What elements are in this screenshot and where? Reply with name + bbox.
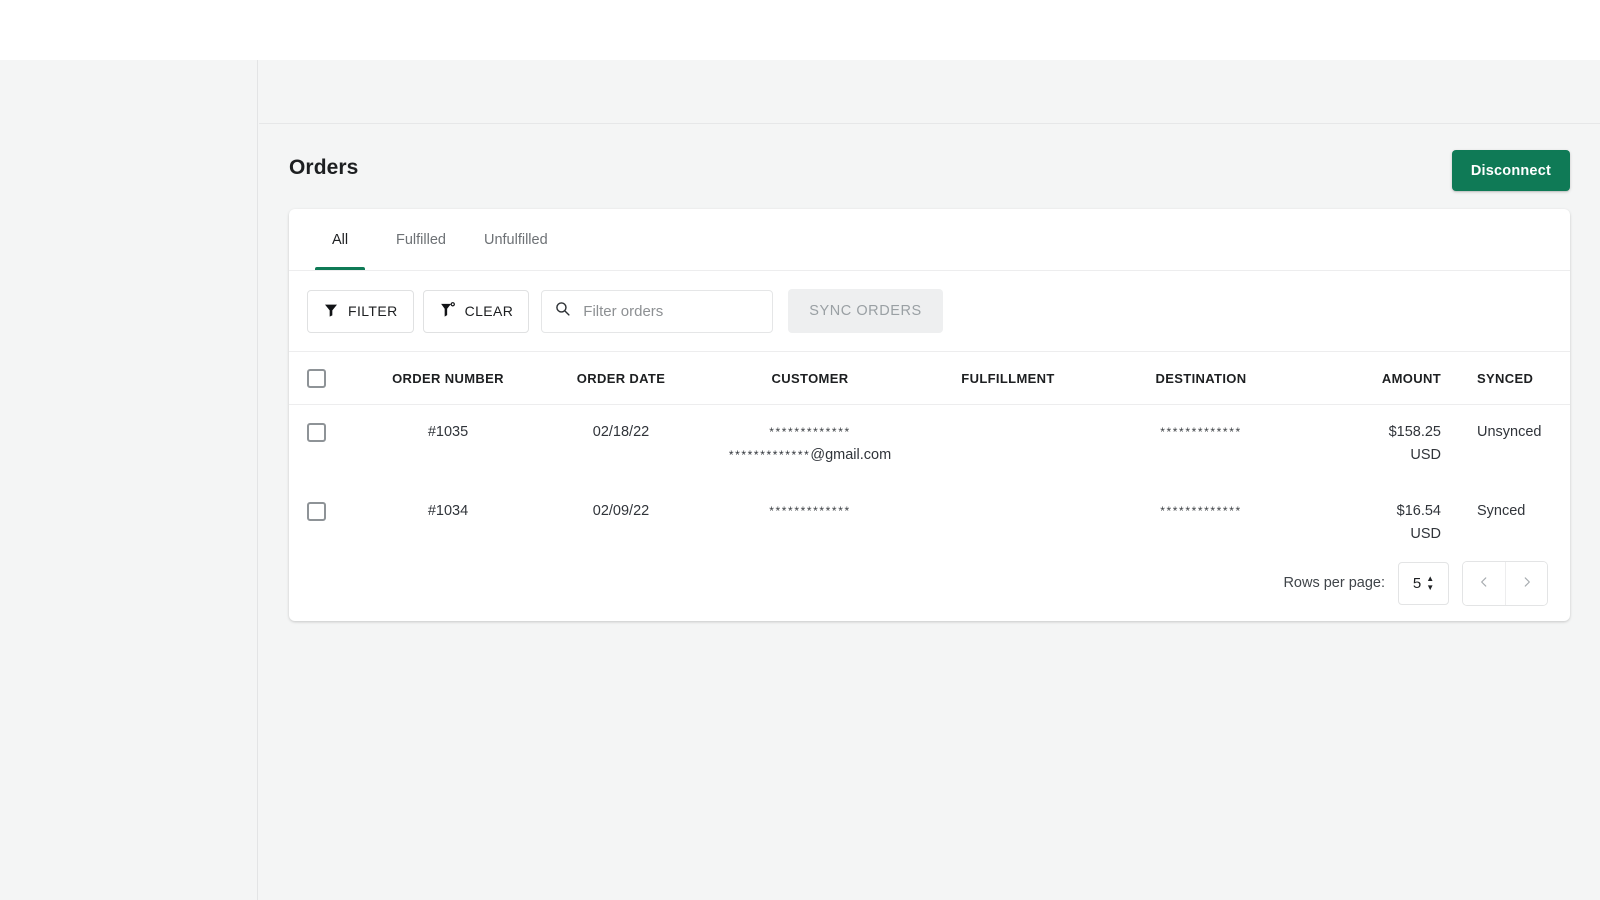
column-header-order-date[interactable]: ORDER DATE <box>541 352 701 405</box>
disconnect-button[interactable]: Disconnect <box>1451 150 1570 191</box>
pager-group <box>1462 560 1548 606</box>
top-bar <box>0 0 1600 60</box>
orders-table-body: #1035 02/18/22 ************* ***********… <box>289 405 1570 563</box>
chevron-down-icon: ▼ <box>1426 583 1435 592</box>
orders-toolbar: FILTER CLEAR Filter orders SYNC ORDERS <box>289 271 1570 352</box>
cell-order-number: #1035 <box>427 424 469 440</box>
customer-name-masked: ************* <box>769 425 851 439</box>
row-checkbox[interactable] <box>307 501 326 521</box>
column-header-amount[interactable]: AMOUNT <box>1305 352 1455 405</box>
customer-email-masked: *************@gmail.com <box>701 444 919 467</box>
page-title: Orders <box>289 156 359 179</box>
cell-amount: $158.25 USD <box>1305 405 1455 484</box>
destination-masked: ************* <box>1160 503 1242 518</box>
chevron-up-icon: ▲ <box>1426 574 1435 583</box>
filter-button-label: FILTER <box>348 303 398 319</box>
filter-icon <box>323 302 339 321</box>
page-header: Orders Disconnect <box>289 146 1570 206</box>
column-header-customer[interactable]: CUSTOMER <box>701 352 919 405</box>
table-pagination: Rows per page: 5 ▲ ▼ <box>289 545 1570 621</box>
table-row[interactable]: #1035 02/18/22 ************* ***********… <box>289 405 1570 484</box>
filter-remove-icon <box>439 301 456 321</box>
tab-all[interactable]: All <box>303 209 377 270</box>
cell-synced-status: Unsynced <box>1477 424 1542 440</box>
cell-fulfillment <box>919 405 1097 484</box>
next-page-button[interactable] <box>1505 561 1547 605</box>
app-root: Orders Disconnect All Fulfilled Unfulfil… <box>0 0 1600 900</box>
amount-currency: USD <box>1410 447 1441 464</box>
column-header-fulfillment[interactable]: FULFILLMENT <box>919 352 1097 405</box>
customer-email-domain: @gmail.com <box>810 447 892 464</box>
stepper-arrows-icon: ▲ ▼ <box>1426 574 1435 592</box>
column-header-synced[interactable]: SYNCED <box>1455 352 1570 405</box>
chevron-right-icon <box>1520 575 1534 592</box>
amount-value: $16.54 <box>1396 502 1441 519</box>
tab-fulfilled[interactable]: Fulfilled <box>377 209 465 270</box>
rows-per-page-value: 5 <box>1412 574 1422 592</box>
filter-button[interactable]: FILTER <box>307 289 414 333</box>
rows-per-page-label: Rows per page: <box>1283 575 1385 591</box>
cell-destination: ************* <box>1097 405 1305 484</box>
select-all-header <box>289 352 355 405</box>
main-content: Orders Disconnect All Fulfilled Unfulfil… <box>259 124 1600 900</box>
destination-masked: ************* <box>1160 425 1242 439</box>
row-select-cell <box>289 405 355 484</box>
search-icon <box>554 300 571 322</box>
clear-filter-button[interactable]: CLEAR <box>422 289 530 333</box>
tab-unfulfilled[interactable]: Unfulfilled <box>465 209 567 270</box>
sync-orders-button[interactable]: SYNC ORDERS <box>788 289 943 333</box>
chevron-left-icon <box>1477 575 1491 592</box>
amount-value: $158.25 <box>1388 424 1441 440</box>
content-top-strip <box>259 60 1600 124</box>
cell-customer: ************* *************@gmail.com <box>701 405 919 484</box>
rows-per-page-select[interactable]: 5 ▲ ▼ <box>1398 561 1449 605</box>
cell-order-date: 02/18/22 <box>592 424 650 440</box>
previous-page-button[interactable] <box>1463 561 1505 605</box>
left-sidebar-rail <box>0 60 258 900</box>
column-header-order-number[interactable]: ORDER NUMBER <box>355 352 541 405</box>
orders-table-head: ORDER NUMBER ORDER DATE CUSTOMER FULFILL… <box>289 352 1570 405</box>
row-checkbox[interactable] <box>307 422 326 442</box>
customer-email-mask: ************* <box>728 448 811 463</box>
orders-card: All Fulfilled Unfulfilled FILTER CLEAR F… <box>289 209 1570 621</box>
amount-currency: USD <box>1410 526 1441 543</box>
customer-name-masked: ************* <box>769 503 851 518</box>
search-input[interactable] <box>581 301 761 321</box>
column-header-destination[interactable]: DESTINATION <box>1097 352 1305 405</box>
table-header-row: ORDER NUMBER ORDER DATE CUSTOMER FULFILL… <box>289 352 1570 405</box>
orders-table: ORDER NUMBER ORDER DATE CUSTOMER FULFILL… <box>289 352 1570 563</box>
clear-button-label: CLEAR <box>464 303 514 319</box>
filter-orders-search[interactable] <box>541 289 774 333</box>
orders-tabs: All Fulfilled Unfulfilled <box>289 209 1570 271</box>
select-all-checkbox[interactable] <box>307 369 326 388</box>
